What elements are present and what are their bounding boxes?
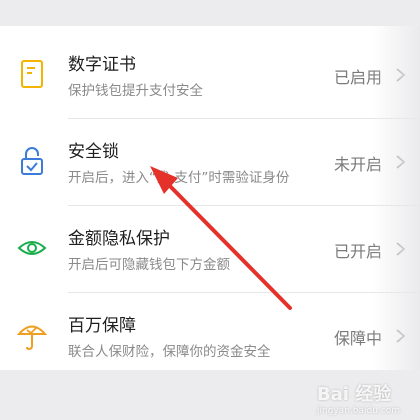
row-million-guarantee[interactable]: 百万保障 联合人保财险，保障你的资金安全 保障中 xyxy=(0,293,420,379)
eye-icon xyxy=(17,241,47,255)
panel-edge-shade xyxy=(372,26,420,370)
row-title: 数字证书 xyxy=(68,55,136,75)
watermark-logo: Bai 经验 jingyan.baidu.com xyxy=(317,380,400,416)
certificate-icon xyxy=(21,60,43,88)
row-title: 金额隐私保护 xyxy=(68,229,170,249)
watermark-main: Bai 经验 xyxy=(316,384,392,405)
lock-icon xyxy=(21,147,43,175)
bottom-area: Bai 经验 jingyan.baidu.com xyxy=(0,370,420,420)
row-title: 安全锁 xyxy=(68,142,119,162)
row-subtitle: 开启后，进入“我-支付”时需验证身份 xyxy=(68,170,290,186)
row-subtitle: 开启后可隐藏钱包下方金额 xyxy=(68,257,230,273)
row-subtitle: 保护钱包提升支付安全 xyxy=(68,83,203,99)
umbrella-icon xyxy=(16,325,48,351)
row-subtitle: 联合人保财险，保障你的资金安全 xyxy=(68,344,271,360)
top-strip xyxy=(0,0,420,26)
row-security-lock[interactable]: 安全锁 开启后，进入“我-支付”时需验证身份 未开启 xyxy=(0,119,420,205)
watermark-sub: jingyan.baidu.com xyxy=(316,406,400,416)
row-title: 百万保障 xyxy=(68,316,136,336)
row-digital-certificate[interactable]: 数字证书 保护钱包提升支付安全 已启用 xyxy=(0,32,420,118)
row-amount-privacy[interactable]: 金额隐私保护 开启后可隐藏钱包下方金额 已开启 xyxy=(0,206,420,292)
settings-panel: 数字证书 保护钱包提升支付安全 已启用 安全锁 开启后，进入“我-支付”时需验证… xyxy=(0,26,420,370)
